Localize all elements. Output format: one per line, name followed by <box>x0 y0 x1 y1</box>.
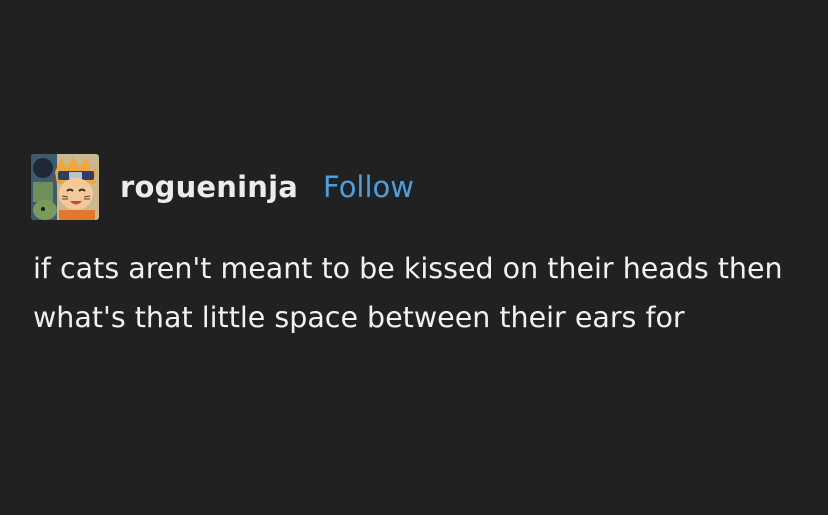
avatar[interactable] <box>31 154 99 220</box>
anime-avatar-icon <box>31 154 99 220</box>
username[interactable]: rogueninja <box>120 170 298 204</box>
post-header: rogueninja Follow <box>31 154 414 220</box>
follow-button[interactable]: Follow <box>323 170 414 204</box>
post-text: if cats aren't meant to be kissed on the… <box>33 252 783 334</box>
tumblr-post: rogueninja Follow if cats aren't meant t… <box>0 0 828 515</box>
